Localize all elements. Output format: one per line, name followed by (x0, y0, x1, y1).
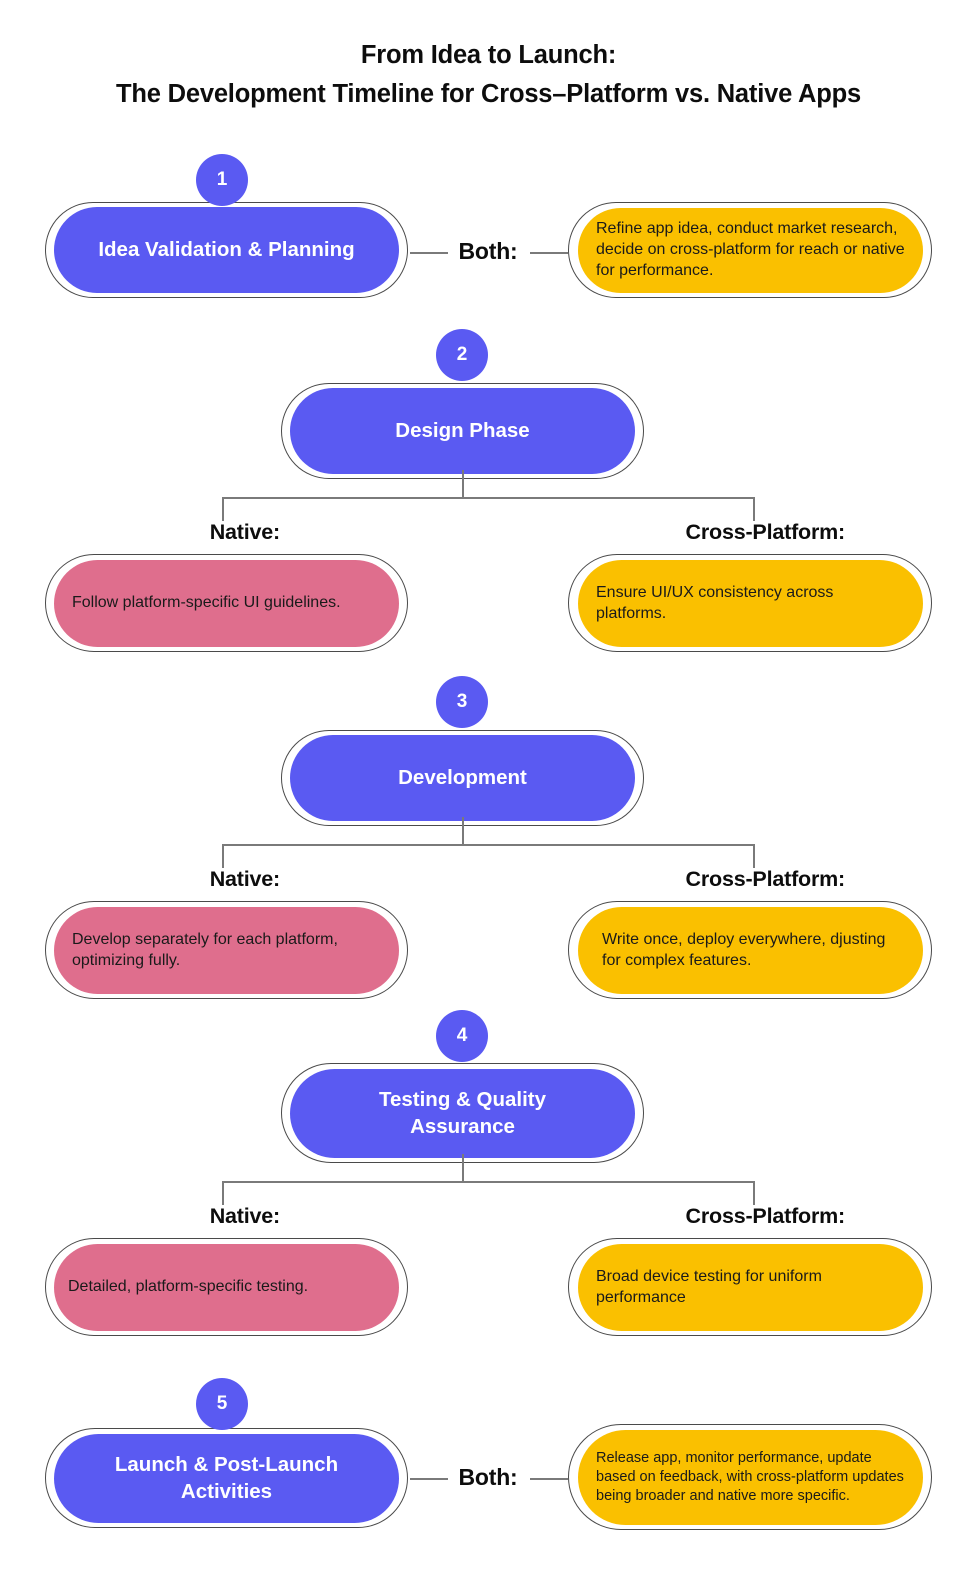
step-3-branch-drop-left (222, 844, 224, 868)
step-1-both-pill[interactable]: Refine app idea, conduct market research… (578, 208, 923, 293)
step-2-title-text: Design Phase (395, 418, 530, 442)
step-1-number-label: 1 (216, 169, 228, 190)
step-1-number-badge: 1 (196, 154, 248, 206)
step-5-title-pill[interactable]: Launch & Post-Launch Activities (54, 1434, 399, 1523)
step-5-title-text: Launch & Post-Launch Activities (114, 1453, 339, 1503)
step-4-branch-stem (462, 1154, 464, 1182)
step-2-branch-drop-right (753, 497, 755, 521)
step-3-number-badge: 3 (436, 676, 488, 728)
step-2-cross-label: Cross-Platform: (685, 520, 846, 544)
step-4-native-text: Detailed, platform-specific testing. (68, 1278, 309, 1296)
page-title: From Idea to Launch: The Development Tim… (0, 36, 977, 114)
step-4-title-text: Testing & Quality Assurance (378, 1088, 547, 1138)
step-3-branch-drop-right (753, 844, 755, 868)
step-2-native-text: Follow platform-specific UI guidelines. (72, 594, 341, 612)
page-title-line-1: From Idea to Launch: (360, 41, 617, 69)
step-4-native-pill[interactable]: Detailed, platform-specific testing. (54, 1244, 399, 1331)
step-1-connector-left (410, 252, 448, 254)
step-4-cross-text: Broad device testing for uniform perform… (596, 1267, 822, 1306)
step-4-cross-pill[interactable]: Broad device testing for uniform perform… (578, 1244, 923, 1331)
step-5-number-badge: 5 (196, 1378, 248, 1430)
step-1-connector-right (530, 252, 568, 254)
step-4-native-label: Native: (209, 1204, 280, 1228)
step-3-cross-label: Cross-Platform: (685, 867, 846, 891)
step-3-branch-stem (462, 817, 464, 845)
step-4-branch-drop-right (753, 1181, 755, 1205)
step-3-branch-bar (222, 844, 754, 846)
step-5-number-label: 5 (216, 1393, 228, 1414)
step-3-cross-pill[interactable]: Write once, deploy everywhere, djusting … (578, 907, 923, 994)
step-4-branch-drop-left (222, 1181, 224, 1205)
step-2-title-pill[interactable]: Design Phase (290, 388, 635, 474)
step-5-connector-right (530, 1478, 568, 1480)
step-5-both-pill[interactable]: Release app, monitor performance, update… (578, 1430, 923, 1525)
step-3-title-text: Development (398, 765, 527, 789)
step-4-number-label: 4 (456, 1025, 468, 1046)
step-5-connector-left (410, 1478, 448, 1480)
step-5-both-text: Release app, monitor performance, update… (596, 1450, 904, 1504)
step-3-number-label: 3 (456, 691, 468, 712)
step-3-native-text: Develop separately for each platform, op… (72, 930, 338, 969)
step-2-branch-drop-left (222, 497, 224, 521)
step-3-cross-text: Write once, deploy everywhere, djusting … (602, 930, 886, 969)
step-1-title-text: Idea Validation & Planning (98, 237, 355, 261)
step-2-number-label: 2 (456, 344, 468, 365)
step-4-cross-label: Cross-Platform: (685, 1204, 846, 1228)
step-5-both-label: Both: (458, 1464, 518, 1490)
step-2-native-label: Native: (209, 520, 280, 544)
step-1-both-text: Refine app idea, conduct market research… (596, 220, 905, 279)
step-2-branch-stem (462, 470, 464, 498)
step-3-native-pill[interactable]: Develop separately for each platform, op… (54, 907, 399, 994)
step-4-title-pill[interactable]: Testing & Quality Assurance (290, 1069, 635, 1158)
step-2-branch-bar (222, 497, 754, 499)
step-3-native-label: Native: (209, 867, 280, 891)
step-2-cross-text: Ensure UI/UX consistency across platform… (596, 583, 834, 622)
step-2-cross-pill[interactable]: Ensure UI/UX consistency across platform… (578, 560, 923, 647)
page-title-line-2: The Development Timeline for Cross–Platf… (116, 79, 861, 108)
step-1-both-label: Both: (458, 238, 518, 264)
step-2-native-pill[interactable]: Follow platform-specific UI guidelines. (54, 560, 399, 647)
step-2-number-badge: 2 (436, 329, 488, 381)
step-4-branch-bar (222, 1181, 754, 1183)
step-1-title-pill[interactable]: Idea Validation & Planning (54, 207, 399, 293)
step-4-number-badge: 4 (436, 1010, 488, 1062)
step-3-title-pill[interactable]: Development (290, 735, 635, 821)
